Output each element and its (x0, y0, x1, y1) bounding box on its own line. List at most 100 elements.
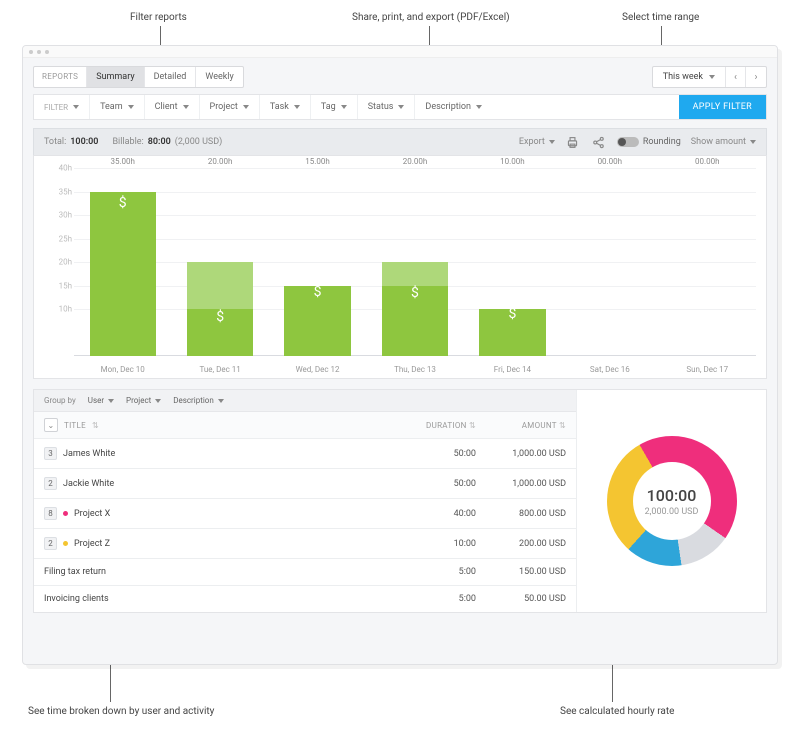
xtick: Sat, Dec 16 (561, 365, 658, 374)
project-color-dot (63, 511, 68, 516)
bar-value-label: 35.00h (110, 157, 135, 166)
annotation-time-range: Select time range (622, 12, 699, 23)
count-badge: 2 (44, 537, 57, 550)
print-icon[interactable] (565, 135, 581, 149)
caret-down-icon (128, 105, 134, 109)
xtick: Mon, Dec 10 (74, 365, 171, 374)
groupby-project[interactable]: Project (126, 396, 161, 405)
caret-down-icon (341, 105, 347, 109)
donut-chart: 100:00 2,000.00 USD (607, 436, 737, 566)
bar: $ (479, 309, 545, 356)
prev-range-button[interactable]: ‹ (726, 67, 746, 87)
table-row[interactable]: Filing tax return5:00150.00 USD (34, 559, 576, 586)
th-amount[interactable]: AMOUNT (522, 421, 557, 430)
caret-down-icon (476, 105, 482, 109)
total-label: Total: (44, 137, 66, 147)
th-duration[interactable]: DURATION (426, 421, 467, 430)
window-titlebar (23, 46, 777, 58)
row-name: Filing tax return (44, 567, 106, 577)
time-range-label: This week (663, 72, 703, 82)
filter-team[interactable]: Team (90, 95, 145, 119)
count-badge: 3 (44, 447, 57, 460)
bar: $ (90, 192, 156, 357)
bar: $ (187, 262, 253, 356)
annotation-share-export: Share, print, and export (PDF/Excel) (352, 12, 510, 23)
row-amount: 1,000.00 USD (476, 449, 566, 459)
sort-icon: ⇅ (469, 421, 476, 430)
dollar-icon: $ (314, 284, 322, 300)
hours-chart: 40h35h30h25h20h15h10h 35.00h$20.00h$15.0… (33, 155, 767, 379)
caret-down-icon (398, 105, 404, 109)
bar-value-label: 15.00h (305, 157, 330, 166)
row-amount: 150.00 USD (476, 567, 566, 577)
table-row[interactable]: 8Project X40:00800.00 USD (34, 499, 576, 529)
row-name: Project Z (74, 539, 110, 549)
table-row[interactable]: Invoicing clients5:0050.00 USD (34, 586, 576, 612)
row-name: Jackie White (63, 479, 114, 489)
sort-icon: ⇅ (559, 421, 566, 430)
bar-value-label: 20.00h (208, 157, 233, 166)
chart-bars: 35.00h$20.00h$15.00h$20.00h$10.00h$00.00… (74, 168, 756, 356)
th-title[interactable]: TITLE (64, 421, 86, 430)
bar-value-label: 10.00h (500, 157, 525, 166)
export-button[interactable]: Export (519, 135, 555, 149)
groupby-description[interactable]: Description (173, 396, 224, 405)
filter-status[interactable]: Status (358, 95, 416, 119)
total-value: 100:00 (70, 137, 98, 147)
table-row[interactable]: 3James White50:001,000.00 USD (34, 439, 576, 469)
filter-tag[interactable]: Tag (311, 95, 358, 119)
filter-label: FILTER (34, 95, 90, 119)
filter-description[interactable]: Description (415, 95, 678, 119)
caret-down-icon (183, 105, 189, 109)
apply-filter-button[interactable]: APPLY FILTER (679, 95, 766, 119)
tab-summary[interactable]: Summary (87, 67, 144, 87)
groupby-label: Group by (44, 396, 76, 405)
bar-col: 20.00h$ (171, 168, 268, 356)
tab-detailed[interactable]: Detailed (145, 67, 197, 87)
caret-down-icon (294, 105, 300, 109)
filter-project[interactable]: Project (200, 95, 260, 119)
bar-col: 00.00h (659, 168, 756, 356)
xtick: Tue, Dec 11 (171, 365, 268, 374)
bar: $ (284, 286, 350, 357)
caret-down-icon (218, 399, 224, 403)
ytick: 10h (59, 305, 72, 314)
share-icon[interactable] (591, 135, 607, 149)
ytick: 30h (59, 211, 72, 220)
breakdown-panel: Group by User Project Description ⌄ TITL… (33, 389, 767, 613)
rounding-toggle[interactable]: Rounding (617, 137, 681, 147)
expand-all-button[interactable]: ⌄ (44, 418, 58, 432)
groupby-user[interactable]: User (88, 396, 114, 405)
donut-center-value: 100:00 (647, 486, 697, 505)
row-amount: 1,000.00 USD (476, 479, 566, 489)
bar-col: 35.00h$ (74, 168, 171, 356)
table-header: ⌄ TITLE ⇅ DURATION ⇅ AMOUNT ⇅ (34, 412, 576, 439)
bar-col: 15.00h$ (269, 168, 366, 356)
time-range-button[interactable]: This week (653, 67, 726, 87)
report-tabs: REPORTS Summary Detailed Weekly (33, 66, 244, 88)
annotation-hourly-rate: See calculated hourly rate (560, 706, 674, 717)
filter-client[interactable]: Client (145, 95, 200, 119)
ytick: 35h (59, 187, 72, 196)
filter-task[interactable]: Task (260, 95, 311, 119)
row-name: James White (63, 449, 115, 459)
dollar-icon: $ (119, 195, 127, 211)
ytick: 25h (59, 234, 72, 243)
next-range-button[interactable]: › (746, 67, 766, 87)
totals-bar: Total: 100:00 Billable: 80:00 (2,000 USD… (33, 128, 767, 155)
tab-weekly[interactable]: Weekly (196, 67, 242, 87)
row-duration: 10:00 (406, 539, 476, 549)
ytick: 15h (59, 281, 72, 290)
caret-down-icon (750, 140, 756, 144)
row-duration: 5:00 (406, 594, 476, 604)
reports-label: REPORTS (34, 67, 87, 87)
billable-label: Billable: (112, 137, 143, 147)
table-row[interactable]: 2Jackie White50:001,000.00 USD (34, 469, 576, 499)
bar-col: 20.00h$ (366, 168, 463, 356)
row-amount: 50.00 USD (476, 594, 566, 604)
show-amount-button[interactable]: Show amount (691, 135, 756, 149)
time-range-selector: This week ‹ › (652, 66, 767, 88)
table-row[interactable]: 2Project Z10:00200.00 USD (34, 529, 576, 559)
donut-panel: 100:00 2,000.00 USD (576, 390, 766, 612)
bar-col: 10.00h$ (464, 168, 561, 356)
